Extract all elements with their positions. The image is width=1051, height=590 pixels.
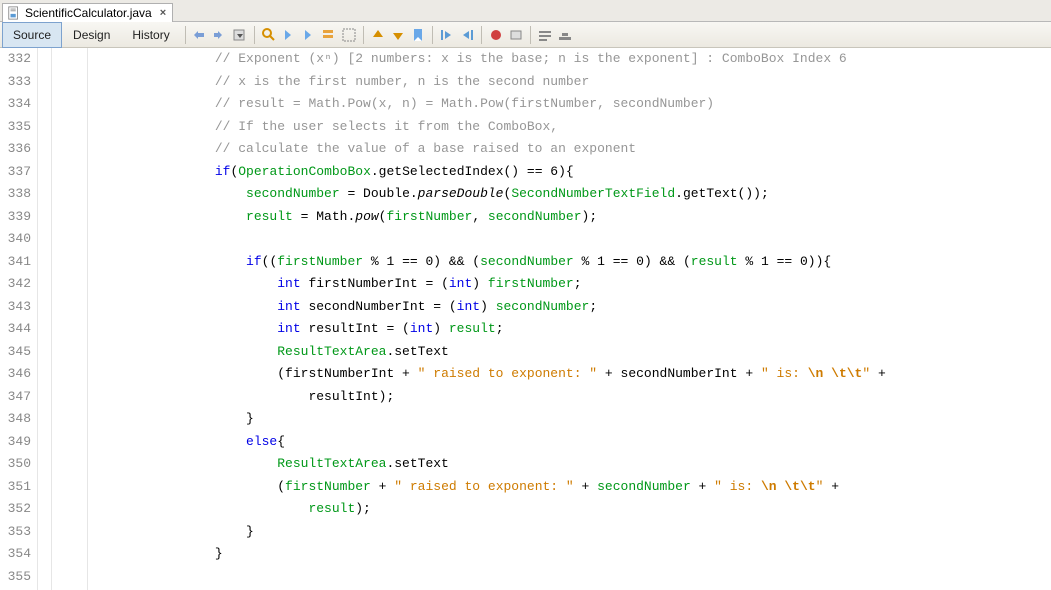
line-number: 335 xyxy=(4,116,31,139)
editor-toolbar: Source Design History xyxy=(0,22,1051,48)
code-line: // x is the first number, n is the secon… xyxy=(90,71,1051,94)
find-next-icon[interactable] xyxy=(300,26,318,44)
line-number: 352 xyxy=(4,498,31,521)
line-number: 345 xyxy=(4,341,31,364)
shift-right-icon[interactable] xyxy=(458,26,476,44)
comment-icon[interactable] xyxy=(536,26,554,44)
source-tab[interactable]: Source xyxy=(2,22,62,48)
code-line: } xyxy=(90,408,1051,431)
line-number: 351 xyxy=(4,476,31,499)
code-line: int secondNumberInt = (int) secondNumber… xyxy=(90,296,1051,319)
line-number: 334 xyxy=(4,93,31,116)
line-number: 346 xyxy=(4,363,31,386)
line-number: 341 xyxy=(4,251,31,274)
history-tab[interactable]: History xyxy=(121,22,180,48)
line-number: 342 xyxy=(4,273,31,296)
code-line: result); xyxy=(90,498,1051,521)
code-line: else{ xyxy=(90,431,1051,454)
code-editor[interactable]: 3323333343353363373383393403413423433443… xyxy=(0,48,1051,590)
last-edit-icon[interactable] xyxy=(191,26,209,44)
code-area[interactable]: // Exponent (xⁿ) [2 numbers: x is the ba… xyxy=(88,48,1051,590)
macro-record-icon[interactable] xyxy=(487,26,505,44)
line-number: 353 xyxy=(4,521,31,544)
code-line: result = Math.pow(firstNumber, secondNum… xyxy=(90,206,1051,229)
shift-left-icon[interactable] xyxy=(438,26,456,44)
next-bookmark-icon[interactable] xyxy=(389,26,407,44)
line-number: 336 xyxy=(4,138,31,161)
code-line: (firstNumber + " raised to exponent: " +… xyxy=(90,476,1051,499)
tab-bar: ScientificCalculator.java × xyxy=(0,0,1051,22)
code-line: // Exponent (xⁿ) [2 numbers: x is the ba… xyxy=(90,48,1051,71)
prev-bookmark-icon[interactable] xyxy=(369,26,387,44)
marker-column xyxy=(52,48,88,590)
design-tab[interactable]: Design xyxy=(62,22,121,48)
separator xyxy=(363,26,364,44)
code-line: if(OperationComboBox.getSelectedIndex() … xyxy=(90,161,1051,184)
fold-column[interactable] xyxy=(38,48,52,590)
line-number: 340 xyxy=(4,228,31,251)
line-number: 350 xyxy=(4,453,31,476)
close-icon[interactable]: × xyxy=(160,7,166,19)
java-file-icon xyxy=(7,6,21,20)
line-number-gutter: 3323333343353363373383393403413423433443… xyxy=(0,48,38,590)
toggle-highlight-icon[interactable] xyxy=(320,26,338,44)
line-number: 338 xyxy=(4,183,31,206)
separator xyxy=(254,26,255,44)
code-line: if((firstNumber % 1 == 0) && (secondNumb… xyxy=(90,251,1051,274)
code-line: secondNumber = Double.parseDouble(Second… xyxy=(90,183,1051,206)
code-line xyxy=(90,566,1051,589)
code-line: } xyxy=(90,543,1051,566)
file-tab[interactable]: ScientificCalculator.java × xyxy=(2,3,173,22)
separator xyxy=(432,26,433,44)
code-line xyxy=(90,228,1051,251)
separator xyxy=(185,26,186,44)
separator xyxy=(481,26,482,44)
line-number: 337 xyxy=(4,161,31,184)
toggle-bookmark-icon[interactable] xyxy=(409,26,427,44)
code-line: (firstNumberInt + " raised to exponent: … xyxy=(90,363,1051,386)
code-line: int firstNumberInt = (int) firstNumber; xyxy=(90,273,1051,296)
find-prev-icon[interactable] xyxy=(280,26,298,44)
code-line: ResultTextArea.setText xyxy=(90,341,1051,364)
line-number: 343 xyxy=(4,296,31,319)
line-number: 344 xyxy=(4,318,31,341)
line-number: 355 xyxy=(4,566,31,589)
line-number: 347 xyxy=(4,386,31,409)
nav-dropdown-icon[interactable] xyxy=(231,26,249,44)
code-line: // If the user selects it from the Combo… xyxy=(90,116,1051,139)
code-line: resultInt); xyxy=(90,386,1051,409)
macro-play-icon[interactable] xyxy=(507,26,525,44)
nav-back-icon[interactable] xyxy=(211,26,229,44)
code-line: // result = Math.Pow(x, n) = Math.Pow(fi… xyxy=(90,93,1051,116)
code-line: // calculate the value of a base raised … xyxy=(90,138,1051,161)
toggle-rect-select-icon[interactable] xyxy=(340,26,358,44)
line-number: 333 xyxy=(4,71,31,94)
line-number: 339 xyxy=(4,206,31,229)
code-line: ResultTextArea.setText xyxy=(90,453,1051,476)
find-selection-icon[interactable] xyxy=(260,26,278,44)
uncomment-icon[interactable] xyxy=(556,26,574,44)
line-number: 348 xyxy=(4,408,31,431)
tab-filename: ScientificCalculator.java xyxy=(25,6,152,20)
separator xyxy=(530,26,531,44)
line-number: 349 xyxy=(4,431,31,454)
line-number: 354 xyxy=(4,543,31,566)
line-number: 332 xyxy=(4,48,31,71)
code-line: int resultInt = (int) result; xyxy=(90,318,1051,341)
code-line: } xyxy=(90,521,1051,544)
